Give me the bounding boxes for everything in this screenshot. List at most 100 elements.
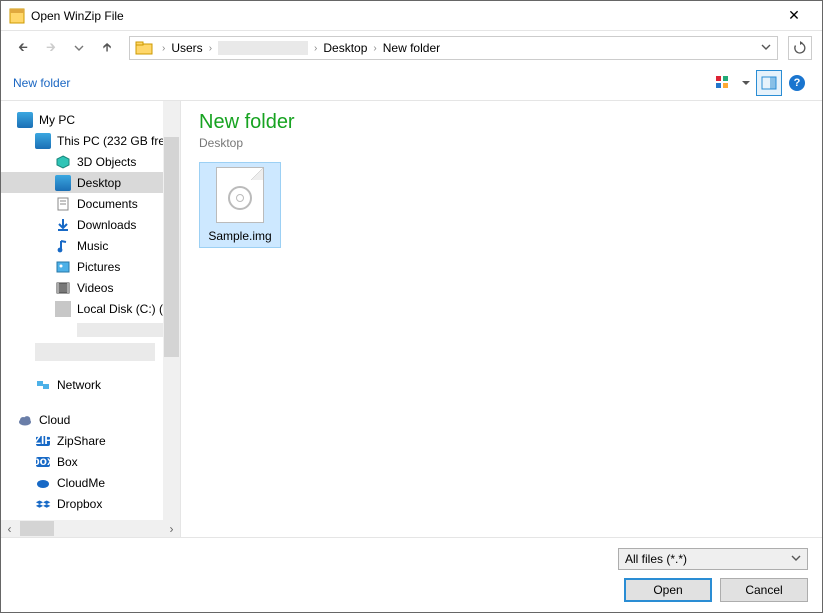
scroll-left-icon[interactable]: ‹ [1, 520, 18, 537]
view-options-button[interactable] [710, 70, 736, 96]
dropbox-icon [35, 496, 51, 512]
tree-downloads[interactable]: Downloads [1, 214, 180, 235]
tree-vscroll[interactable] [163, 101, 180, 520]
forward-button[interactable]: 🡲 [39, 36, 63, 60]
chevron-down-icon [791, 552, 801, 566]
cloud-icon [17, 412, 33, 428]
body: My PC This PC (232 GB free 3D Objects De… [1, 101, 822, 537]
chevron-right-icon: › [205, 43, 216, 54]
nav-tree: My PC This PC (232 GB free 3D Objects De… [1, 101, 181, 537]
cancel-label: Cancel [745, 583, 782, 597]
recent-dropdown[interactable] [67, 36, 91, 60]
downloads-icon [55, 217, 71, 233]
refresh-button[interactable] [788, 36, 812, 60]
music-icon [55, 238, 71, 254]
tree-cloud[interactable]: Cloud [1, 409, 180, 430]
title-bar: Open WinZip File ✕ [1, 1, 822, 31]
folder-icon [134, 38, 154, 58]
tree-music[interactable]: Music [1, 235, 180, 256]
tree-pictures[interactable]: Pictures [1, 256, 180, 277]
up-button[interactable]: 🡱 [95, 36, 119, 60]
pc-icon [17, 112, 33, 128]
file-item[interactable]: Sample.img [199, 162, 281, 248]
tree-label: Network [57, 378, 101, 392]
app-icon [9, 8, 25, 24]
pictures-icon [55, 259, 71, 275]
videos-icon [55, 280, 71, 296]
tree-label: Documents [77, 197, 138, 211]
help-icon: ? [789, 75, 805, 91]
back-button[interactable]: 🡰 [11, 36, 35, 60]
chevron-right-icon: › [369, 43, 380, 54]
disc-image-icon [216, 167, 264, 223]
cloudme-icon [35, 475, 51, 491]
redacted-text [35, 343, 155, 361]
tree-mypc[interactable]: My PC [1, 109, 180, 130]
scroll-right-icon[interactable]: › [163, 520, 180, 537]
crumb-newfolder[interactable]: New folder [381, 41, 442, 55]
open-label: Open [653, 583, 682, 597]
tree-box[interactable]: box Box [1, 451, 180, 472]
tree-label: Pictures [77, 260, 120, 274]
zipshare-icon: ZIP [35, 433, 51, 449]
address-dropdown[interactable] [755, 41, 777, 55]
close-button[interactable]: ✕ [774, 7, 814, 24]
tree-label: CloudMe [57, 476, 105, 490]
svg-text:ZIP: ZIP [35, 433, 51, 447]
view-dropdown[interactable] [738, 70, 754, 96]
box-icon: box [35, 454, 51, 470]
tree-dropbox[interactable]: Dropbox [1, 493, 180, 514]
tree-label: ZipShare [57, 434, 106, 448]
nav-bar: 🡰 🡲 🡱 › Users › › Desktop › New folder [1, 31, 822, 65]
tree-3dobjects[interactable]: 3D Objects [1, 151, 180, 172]
tree-thispc[interactable]: This PC (232 GB free [1, 130, 180, 151]
file-label: Sample.img [208, 229, 271, 243]
footer: All files (*.*) Open Cancel [1, 537, 822, 612]
tree-label: Desktop [77, 176, 121, 190]
help-button[interactable]: ? [784, 70, 810, 96]
new-folder-button[interactable]: New folder [13, 76, 70, 90]
folder-subheading: Desktop [199, 136, 804, 150]
tree-desktop[interactable]: Desktop [1, 172, 180, 193]
file-list: New folder Desktop Sample.img [181, 101, 822, 537]
toolbar: New folder ? [1, 65, 822, 101]
tree-label: Box [57, 455, 78, 469]
scroll-thumb[interactable] [20, 521, 54, 536]
preview-pane-button[interactable] [756, 70, 782, 96]
tree-videos[interactable]: Videos [1, 277, 180, 298]
crumb-redacted[interactable] [218, 41, 308, 55]
address-bar[interactable]: › Users › › Desktop › New folder [129, 36, 778, 60]
crumb-desktop[interactable]: Desktop [321, 41, 369, 55]
network-icon [35, 377, 51, 393]
cancel-button[interactable]: Cancel [720, 578, 808, 602]
tree-redacted[interactable] [1, 319, 180, 340]
chevron-right-icon: › [310, 43, 321, 54]
tree-documents[interactable]: Documents [1, 193, 180, 214]
tree-label: This PC (232 GB free [57, 134, 172, 148]
chevron-right-icon: › [158, 43, 169, 54]
cube-icon [55, 154, 71, 170]
tree-label: Local Disk (C:) (6 [77, 302, 170, 316]
tree-label: 3D Objects [77, 155, 136, 169]
tree-hscroll[interactable]: ‹ › [1, 520, 180, 537]
folder-heading: New folder [199, 111, 804, 134]
tree-redacted2[interactable] [1, 340, 180, 364]
tree-label: Videos [77, 281, 113, 295]
tree-label: Cloud [39, 413, 70, 427]
crumb-users[interactable]: Users [169, 41, 204, 55]
scroll-thumb[interactable] [164, 137, 179, 357]
disk-icon [55, 301, 71, 317]
open-button[interactable]: Open [624, 578, 712, 602]
tree-zipshare[interactable]: ZIP ZipShare [1, 430, 180, 451]
tree-label: Dropbox [57, 497, 102, 511]
pc-icon [35, 133, 51, 149]
blank-icon [55, 322, 71, 338]
tree-localdisk[interactable]: Local Disk (C:) (6 [1, 298, 180, 319]
tree-label: My PC [39, 113, 75, 127]
documents-icon [55, 196, 71, 212]
tree-label: Downloads [77, 218, 136, 232]
redacted-text [77, 323, 177, 337]
file-type-filter[interactable]: All files (*.*) [618, 548, 808, 570]
tree-network[interactable]: Network [1, 374, 180, 395]
tree-cloudme[interactable]: CloudMe [1, 472, 180, 493]
